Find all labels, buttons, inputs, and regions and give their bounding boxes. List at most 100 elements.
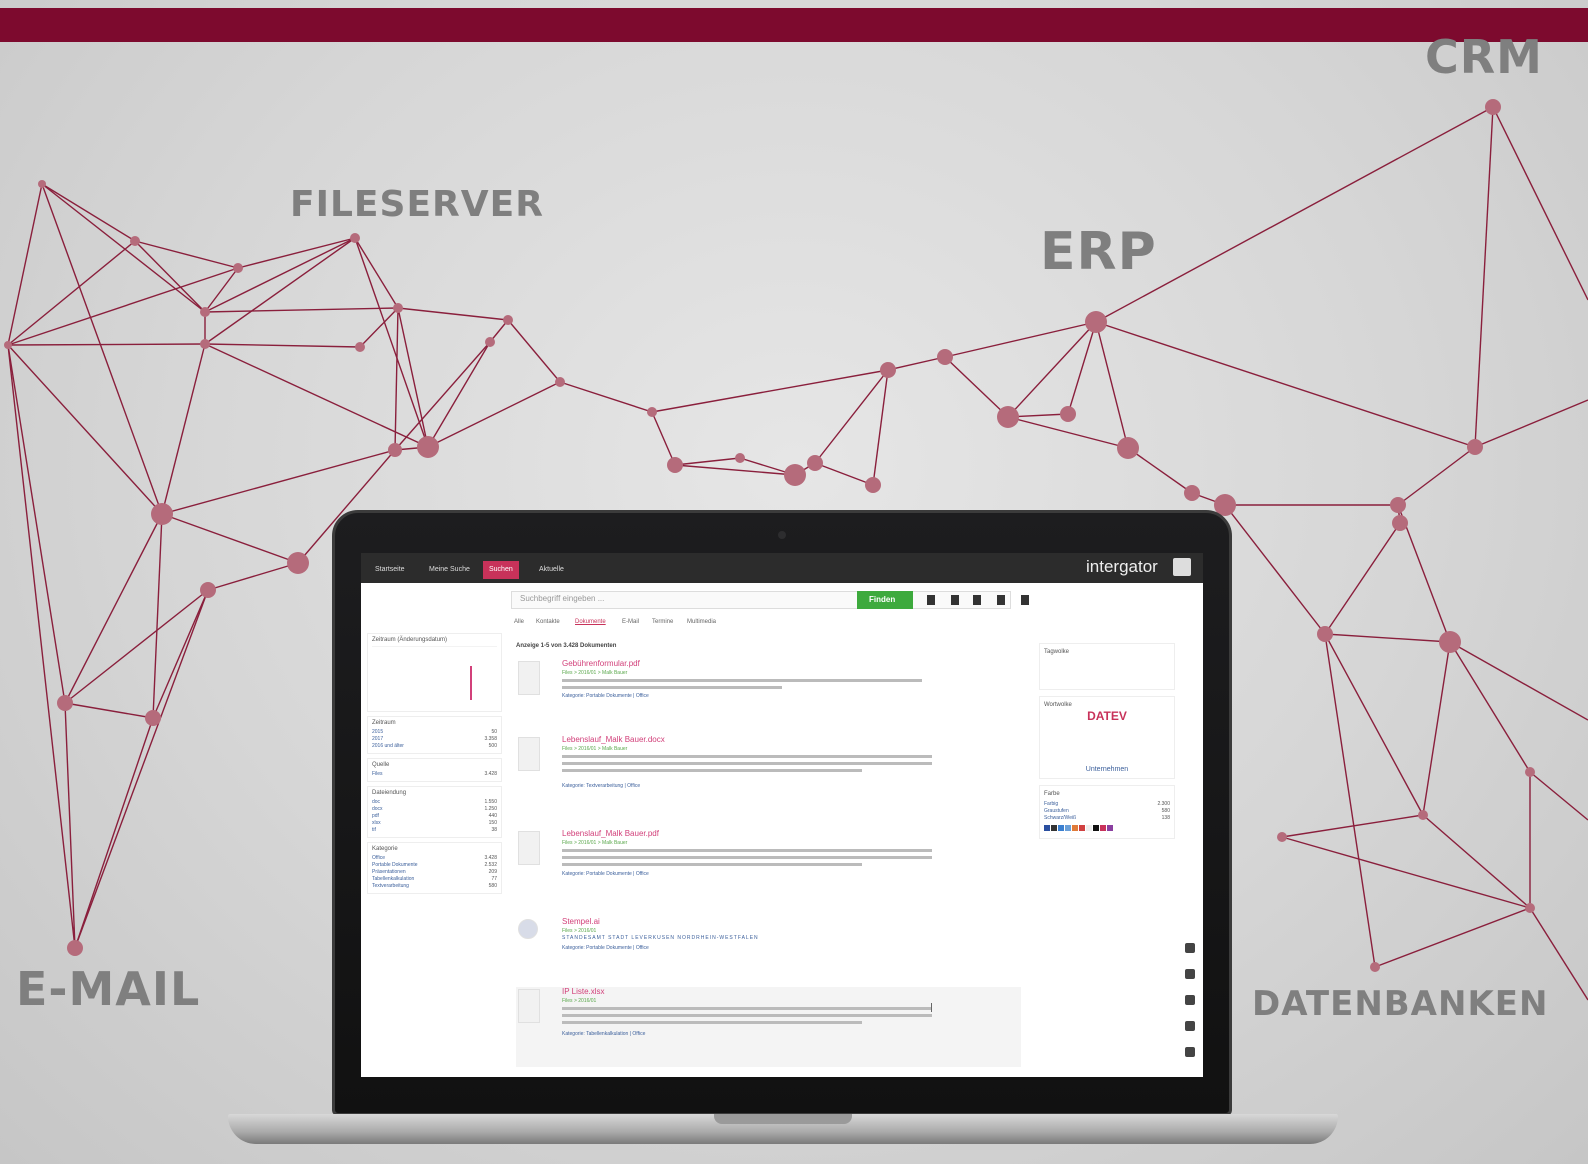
- facet-zeitraum[interactable]: 2015 50: [372, 729, 497, 736]
- nav-suchen[interactable]: Suchen: [483, 561, 519, 579]
- tab-alle[interactable]: Alle: [514, 619, 524, 625]
- facet-kategorie[interactable]: Präsentationen 209: [372, 869, 497, 876]
- network-edge: [507, 319, 561, 383]
- home-icon[interactable]: [927, 595, 935, 605]
- timeline-chart[interactable]: [372, 646, 497, 708]
- network-node: [1525, 903, 1535, 913]
- network-node: [200, 582, 216, 598]
- laptop-screen: Startseite Meine Suche Suchen Aktuelle i…: [361, 553, 1203, 1077]
- facet-zeitraum[interactable]: 2017 3.358: [372, 736, 497, 743]
- tab-multimedia[interactable]: Multimedia: [687, 619, 716, 625]
- network-node: [784, 464, 806, 486]
- facet-zeitraum[interactable]: 2016 und älter 500: [372, 743, 497, 750]
- facet-dateiendung[interactable]: tif 38: [372, 827, 497, 834]
- user-icon[interactable]: [1021, 595, 1029, 605]
- result-meta[interactable]: Kategorie: Portable Dokumente | Office: [562, 945, 649, 951]
- facet-kategorie[interactable]: Office 3.428: [372, 855, 497, 862]
- network-node: [807, 455, 823, 471]
- facet-farbe[interactable]: Farbig 2.300: [1044, 801, 1170, 808]
- nav-meine-suche[interactable]: Meine Suche: [423, 561, 476, 579]
- result-title[interactable]: IP Liste.xlsx: [562, 987, 605, 996]
- result-item[interactable]: Gebührenformular.pdf Files > 2016/01 > M…: [516, 659, 1021, 729]
- facet-kategorie[interactable]: Portable Dokumente 2.532: [372, 862, 497, 869]
- result-thumbnail: [518, 989, 540, 1023]
- facet-dateiendung-label: pdf: [372, 813, 379, 819]
- tab-kontakte[interactable]: Kontakte: [536, 619, 560, 625]
- network-edge: [161, 449, 396, 515]
- copy-icon[interactable]: [1185, 995, 1195, 1005]
- result-snippet: [562, 762, 932, 765]
- network-edge: [651, 369, 889, 413]
- label-crm: CRM: [1425, 30, 1543, 84]
- tab-termine[interactable]: Termine: [652, 619, 673, 625]
- help-icon[interactable]: [1185, 1047, 1195, 1057]
- network-edge: [152, 589, 209, 719]
- network-edge: [204, 343, 429, 448]
- color-swatches[interactable]: [1044, 825, 1170, 834]
- result-meta[interactable]: Kategorie: Portable Dokumente | Office: [562, 871, 649, 877]
- tab-email[interactable]: E-Mail: [622, 619, 639, 625]
- network-edge: [944, 321, 1097, 358]
- bell-icon[interactable]: [997, 595, 1005, 605]
- search-input[interactable]: Suchbegriff eingeben ...: [511, 591, 1011, 609]
- result-item[interactable]: Lebenslauf_Malk Bauer.pdf Files > 2016/0…: [516, 829, 1021, 909]
- document-icon[interactable]: [973, 595, 981, 605]
- facet-dateiendung[interactable]: pdf 440: [372, 813, 497, 820]
- network-edge: [134, 240, 206, 313]
- facet-dateiendung-label: tif: [372, 827, 376, 833]
- result-title[interactable]: Stempel.ai: [562, 917, 600, 926]
- facet-kategorie[interactable]: Tabellenkalkulation 77: [372, 876, 497, 883]
- facet-dateiendung[interactable]: xlsx 150: [372, 820, 497, 827]
- network-edge: [64, 702, 76, 949]
- facet-farbe-count: 138: [1161, 815, 1170, 821]
- result-snippet: [562, 1021, 862, 1024]
- network-node: [1418, 810, 1428, 820]
- facet-dateiendung[interactable]: docx 1.250: [372, 806, 497, 813]
- cloud-word-datev[interactable]: DATEV: [1087, 709, 1127, 723]
- result-snippet: [562, 856, 932, 859]
- facet-zeitraum-count: 50: [491, 729, 497, 735]
- network-node: [865, 477, 881, 493]
- network-edge: [1095, 321, 1129, 449]
- facet-quelle[interactable]: Files 3.428: [372, 771, 497, 778]
- network-edge: [41, 183, 136, 242]
- result-snippet: [562, 769, 862, 772]
- settings-icon[interactable]: [1185, 1021, 1195, 1031]
- result-item[interactable]: Stempel.ai Files > 2016/01 STANDESAMT ST…: [516, 917, 1021, 977]
- facet-kategorie[interactable]: Textverarbeitung 580: [372, 883, 497, 890]
- result-title[interactable]: Lebenslauf_Malk Bauer.pdf: [562, 829, 659, 838]
- tab-dokumente[interactable]: Dokumente: [575, 619, 606, 625]
- nav-startseite[interactable]: Startseite: [369, 561, 411, 579]
- result-thumbnail: [518, 737, 540, 771]
- network-edge: [7, 343, 206, 346]
- facet-kategorie-count: 3.428: [484, 855, 497, 861]
- network-node: [647, 407, 657, 417]
- facet-kategorie-count: 77: [491, 876, 497, 882]
- network-edge: [204, 343, 361, 348]
- search-icon[interactable]: [951, 595, 959, 605]
- result-meta[interactable]: Kategorie: Textverarbeitung | Office: [562, 783, 640, 789]
- result-title[interactable]: Gebührenformular.pdf: [562, 659, 640, 668]
- facet-kategorie-label: Präsentationen: [372, 869, 406, 875]
- network-edge: [944, 356, 1009, 418]
- panel-zeitraum: Zeitraum 2015 50 2017 3.358 2016 und älter 50…: [367, 716, 502, 754]
- cloud-word-unternehmen[interactable]: Unternehmen: [1086, 766, 1128, 773]
- nav-aktuelle[interactable]: Aktuelle: [533, 561, 570, 579]
- facet-farbe[interactable]: Graustufen 580: [1044, 808, 1170, 815]
- network-edge: [1374, 907, 1531, 968]
- result-title[interactable]: Lebenslauf_Malk Bauer.docx: [562, 735, 665, 744]
- result-meta[interactable]: Kategorie: Portable Dokumente | Office: [562, 693, 649, 699]
- network-node: [1184, 485, 1200, 501]
- network-edge: [1067, 321, 1097, 415]
- network-edge: [152, 513, 163, 719]
- refresh-icon[interactable]: [1185, 943, 1195, 953]
- network-node: [200, 339, 210, 349]
- result-meta[interactable]: Kategorie: Tabellenkalkulation | Office: [562, 1031, 645, 1037]
- result-item[interactable]: IP Liste.xlsx Files > 2016/01 Kategorie:…: [516, 987, 1021, 1067]
- network-node: [1317, 626, 1333, 642]
- find-button[interactable]: Finden: [857, 591, 913, 609]
- facet-farbe[interactable]: Schwarz/Weiß 138: [1044, 815, 1170, 822]
- trash-icon[interactable]: [1185, 969, 1195, 979]
- result-item[interactable]: Lebenslauf_Malk Bauer.docx Files > 2016/…: [516, 735, 1021, 821]
- facet-dateiendung[interactable]: doc 1.550: [372, 799, 497, 806]
